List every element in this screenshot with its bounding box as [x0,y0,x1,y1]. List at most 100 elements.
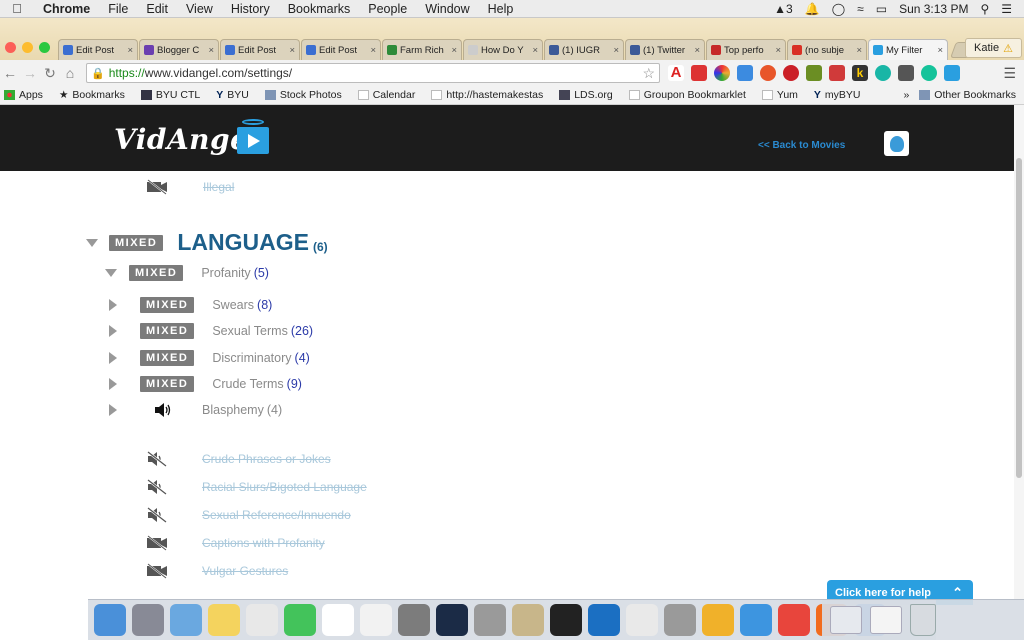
menu-help[interactable]: Help [479,2,523,16]
close-tab-icon[interactable]: × [532,45,538,56]
expand-triangle-icon[interactable] [109,352,117,364]
grammarly-extension-icon[interactable] [921,65,937,81]
mixed-badge[interactable]: MIXED [109,234,164,251]
stumbleupon-extension-icon[interactable] [760,65,776,81]
subcategory-crude-terms[interactable]: MIXED Crude Terms (9) [109,376,302,392]
mixed-badge[interactable]: MIXED [140,350,195,366]
battery-icon[interactable]: ▭ [876,2,887,16]
user-avatar[interactable] [884,131,909,156]
dock-app-icon[interactable] [170,604,202,636]
adobe-status-icon[interactable]: ▲3 [774,2,793,16]
category-profanity[interactable]: MIXED Profanity (5) [105,265,269,281]
browser-tab[interactable]: Farm Rich × [382,39,462,60]
bookmark-groupon[interactable]: Groupon Bookmarklet [628,89,746,101]
section-language[interactable]: MIXED LANGUAGE (6) [86,229,328,256]
dock-app-icon[interactable] [664,604,696,636]
filter-row-sexual-reference[interactable]: Sexual Reference/Innuendo [146,507,351,523]
dock-app-icon[interactable] [132,604,164,636]
menu-window[interactable]: Window [416,2,478,16]
bookmark-hastemakes[interactable]: http://hastemakestas [431,89,543,101]
trash-icon[interactable] [910,604,936,636]
notification-bell-icon[interactable]: 🔔 [805,2,820,16]
menu-file[interactable]: File [99,2,137,16]
close-tab-icon[interactable]: × [289,45,295,56]
dock-app-icon[interactable] [474,604,506,636]
downloads-stack-icon[interactable] [870,606,902,634]
reload-icon[interactable]: ↻ [40,65,60,82]
dock-app-icon[interactable] [778,604,810,636]
expand-triangle-icon[interactable] [109,378,117,390]
browser-tab[interactable]: My Filter × [868,39,948,60]
film-extension-icon[interactable] [898,65,914,81]
dock-app-icon[interactable] [702,604,734,636]
subcategory-discriminatory[interactable]: MIXED Discriminatory (4) [109,350,310,366]
bookmark-lds[interactable]: LDS.org [559,89,613,101]
dock-app-icon[interactable] [284,604,316,636]
menu-people[interactable]: People [359,2,416,16]
zoom-window-icon[interactable] [39,42,50,53]
bookmark-other[interactable]: Other Bookmarks [919,89,1016,101]
profile-button[interactable]: Katie ⚠ [965,38,1022,58]
address-bar[interactable]: 🔒 https:// www.vidangel.com /settings/ ☆ [86,63,660,83]
menu-edit[interactable]: Edit [137,2,177,16]
browser-tab[interactable]: (no subje × [787,39,867,60]
dock-app-icon[interactable] [512,604,544,636]
wifi-icon[interactable]: ≈ [857,2,864,16]
eyedropper-extension-icon[interactable] [806,65,822,81]
browser-tab[interactable]: (1) Twitter × [625,39,705,60]
browser-tab[interactable]: Top perfo × [706,39,786,60]
menu-history[interactable]: History [222,2,279,16]
dock-app-icon[interactable] [550,604,582,636]
close-tab-icon[interactable]: × [775,45,781,56]
upload-extension-icon[interactable] [737,65,753,81]
expand-triangle-icon[interactable] [109,299,117,311]
filter-row-illegal[interactable]: Illegal [146,179,234,195]
bookmark-bookmarks[interactable]: ★ Bookmarks [59,89,125,101]
close-tab-icon[interactable]: × [937,45,943,56]
dock-app-icon[interactable] [94,604,126,636]
bookmark-stock-photos[interactable]: Stock Photos [264,89,342,101]
filter-row-racial-slurs[interactable]: Racial Slurs/Bigoted Language [146,479,367,495]
close-tab-icon[interactable]: × [127,45,133,56]
minimize-window-icon[interactable] [22,42,33,53]
dock-app-icon[interactable] [626,604,658,636]
close-tab-icon[interactable]: × [613,45,619,56]
close-tab-icon[interactable]: × [208,45,214,56]
screen-extension-icon[interactable] [944,65,960,81]
browser-tab[interactable]: (1) IUGR × [544,39,624,60]
close-window-icon[interactable] [5,42,16,53]
browser-tab[interactable]: Edit Post × [301,39,381,60]
close-tab-icon[interactable]: × [694,45,700,56]
mixed-badge[interactable]: MIXED [129,265,184,281]
dock-app-icon[interactable] [360,604,392,636]
expand-triangle-icon[interactable] [109,325,117,337]
bookmark-yum[interactable]: Yum [761,89,798,101]
menu-bookmarks[interactable]: Bookmarks [279,2,360,16]
dock-app-icon[interactable] [322,604,354,636]
pinterest-extension-icon[interactable] [783,65,799,81]
back-to-movies-link[interactable]: << Back to Movies [758,140,845,151]
dock-app-icon[interactable] [588,604,620,636]
dock-app-icon[interactable] [436,604,468,636]
subcategory-sexual-terms[interactable]: MIXED Sexual Terms (26) [109,323,313,339]
dock-app-icon[interactable] [398,604,430,636]
bookmark-mybyu[interactable]: Y myBYU [814,89,861,101]
forward-arrow-icon[interactable]: → [20,65,40,81]
browser-tab[interactable]: Edit Post × [220,39,300,60]
close-tab-icon[interactable]: × [856,45,862,56]
expand-triangle-icon[interactable] [109,404,117,416]
dock-app-icon[interactable] [246,604,278,636]
speaker-icon[interactable] [154,403,172,417]
dock-app-icon[interactable] [740,604,772,636]
back-arrow-icon[interactable]: ← [0,65,20,81]
adblock-extension-icon[interactable] [691,65,707,81]
filter-row-crude-phrases[interactable]: Crude Phrases or Jokes [146,451,331,467]
dock-app-icon[interactable] [208,604,240,636]
menu-view[interactable]: View [177,2,222,16]
menu-app-name[interactable]: Chrome [34,2,99,16]
close-tab-icon[interactable]: × [370,45,376,56]
bookmark-apps[interactable]: Apps [4,89,43,101]
subcategory-blasphemy[interactable]: Blasphemy (4) [109,403,282,417]
browser-tab[interactable]: How Do Y × [463,39,543,60]
filter-row-captions-profanity[interactable]: Captions with Profanity [146,535,325,551]
